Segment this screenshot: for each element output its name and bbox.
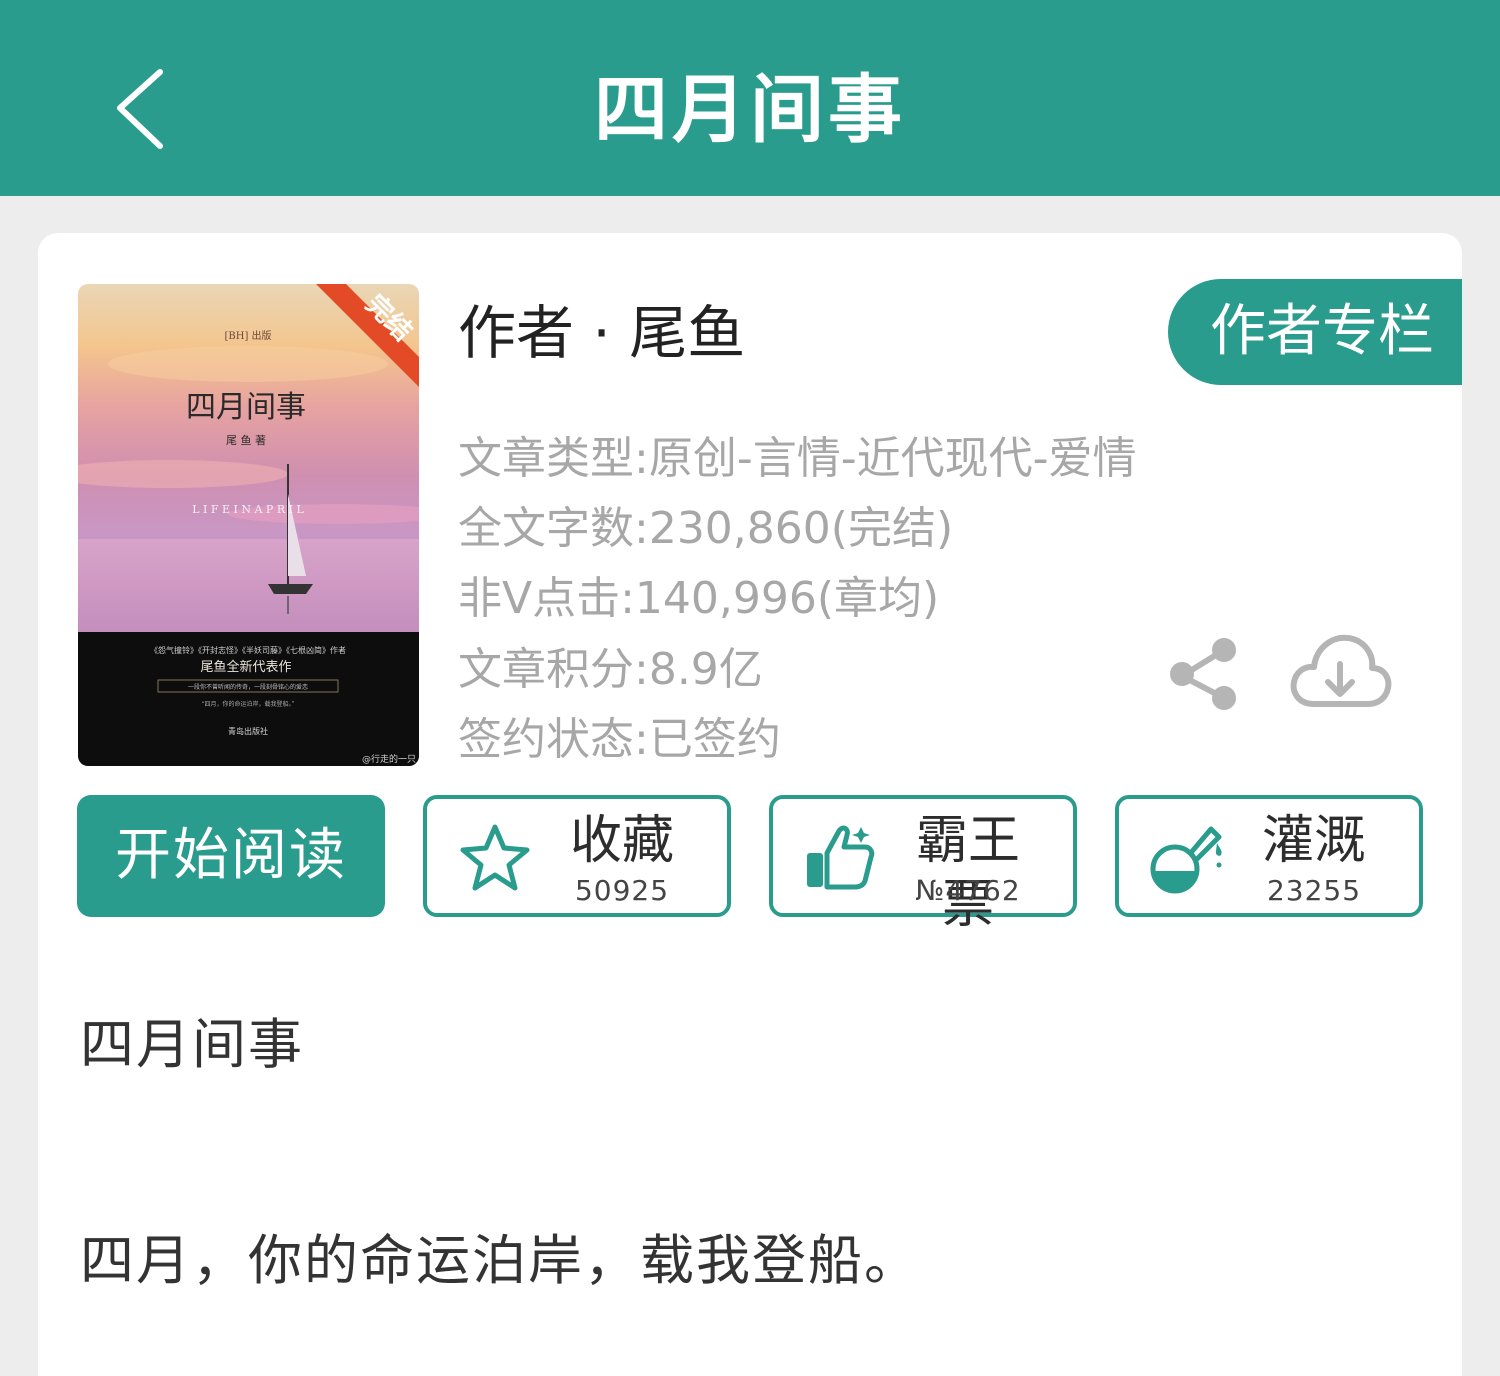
cover-blurb-3: 一段你不曾听闻的传奇，一段刻骨铭心的爱恋 (188, 683, 308, 691)
cover-subtitle: L I F E I N A P R I L (192, 503, 304, 516)
collect-count: 50925 (574, 874, 670, 907)
watering-flask-icon (1150, 826, 1222, 894)
cover-title: 四月间事 (186, 390, 306, 425)
info-score: 文章积分:8.9亿 (458, 644, 763, 695)
download-button[interactable] (1288, 630, 1392, 714)
cover-blurb-1: 《怨气撞铃》《开封志怪》《半妖司藤》《七根凶简》作者 (150, 645, 346, 655)
description-title: 四月间事 (80, 1013, 304, 1076)
info-word-count: 全文字数:230,860(完结) (458, 503, 954, 554)
cover-watermark: @行走的一只 (362, 753, 416, 765)
water-count: 23255 (1266, 874, 1362, 907)
book-cover[interactable]: 完结 [BH] 出版 四月间事 尾 鱼 著 L I F E I N A P R … (78, 284, 419, 766)
app-header: 四月间事 (0, 0, 1500, 196)
cover-blurb-2: 尾鱼全新代表作 (200, 659, 291, 675)
author-column-button[interactable]: 作者专栏 (1168, 279, 1462, 385)
collect-button[interactable]: 收藏 50925 (423, 795, 731, 917)
info-clicks: 非V点击:140,996(章均) (458, 573, 940, 624)
cloud-download-icon (1290, 634, 1392, 707)
vote-count: №4762 (915, 874, 1021, 907)
star-icon (460, 824, 530, 891)
page-title: 四月间事 (594, 67, 906, 153)
author-name[interactable]: 作者 · 尾鱼 (458, 296, 745, 370)
thumbs-up-icon (807, 825, 875, 890)
share-icon (1170, 638, 1236, 710)
cover-blurb-4: “四月，你的命运泊岸，载我登船。” (201, 700, 294, 708)
collect-label: 收藏 (569, 811, 674, 871)
info-sign-status: 签约状态:已签约 (458, 714, 781, 765)
start-reading-button[interactable]: 开始阅读 (77, 795, 385, 917)
vote-button[interactable]: 霸王票 №4762 (769, 795, 1077, 935)
cover-author: 尾 鱼 著 (226, 433, 266, 447)
water-button[interactable]: 灌溉 23255 (1115, 795, 1423, 917)
cover-publisher: 青岛出版社 (228, 726, 268, 736)
cover-publisher-mark: [BH] 出版 (224, 329, 271, 342)
description-text: 四月，你的命运泊岸，载我登船。 (80, 1229, 920, 1292)
water-label: 灌溉 (1261, 811, 1366, 871)
info-article-type: 文章类型:原创-言情-近代现代-爱情 (458, 433, 1137, 484)
share-button[interactable] (1166, 632, 1246, 716)
